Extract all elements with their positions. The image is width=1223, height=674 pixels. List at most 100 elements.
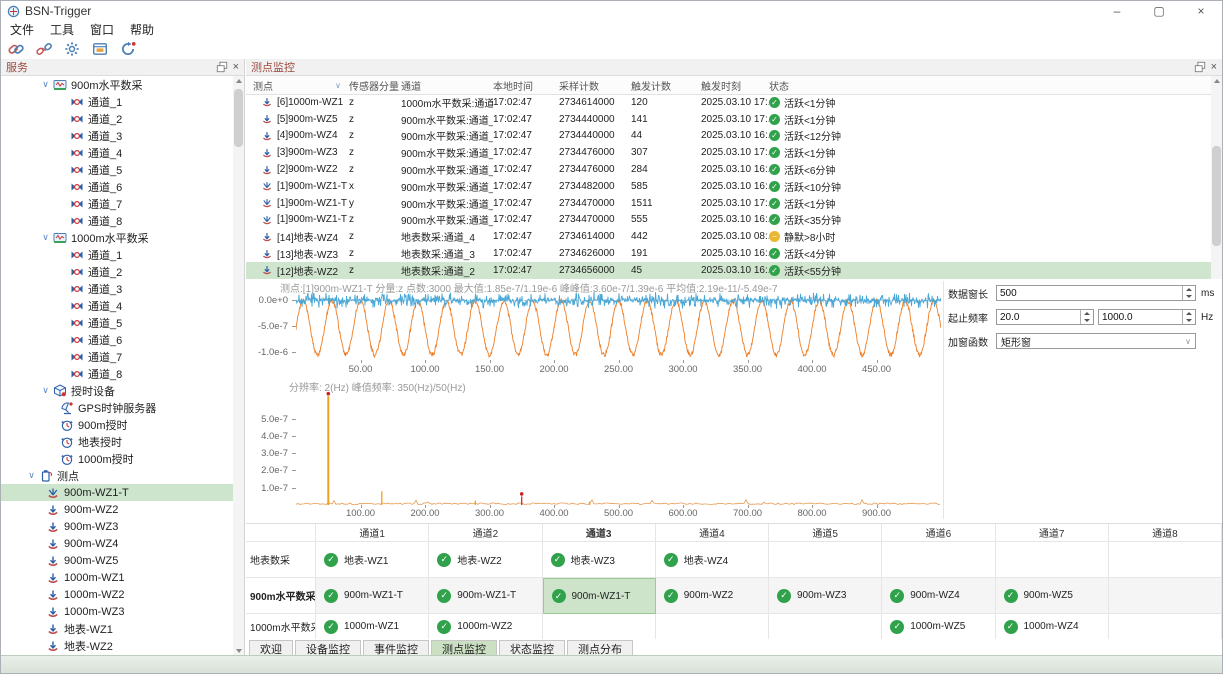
channel-cell[interactable]: ✓900m-WZ1-T — [543, 578, 656, 614]
scrollbar-thumb[interactable] — [1212, 146, 1221, 246]
tree-item[interactable]: 900m-WZ4 — [1, 535, 233, 552]
channel-cell[interactable]: ✓900m-WZ2 — [656, 578, 769, 614]
channel-cell[interactable] — [769, 542, 882, 578]
spinner-buttons[interactable] — [1080, 310, 1093, 324]
scrollbar-thumb[interactable] — [234, 89, 243, 147]
tree-item[interactable]: 通道_6 — [1, 178, 233, 195]
float-panel-icon[interactable] — [216, 61, 228, 73]
tree-item[interactable]: ∨测点 — [1, 467, 233, 484]
tree-item[interactable]: 地表-WZ2 — [1, 637, 233, 654]
channel-cell[interactable]: ✓1000m-WZ2 — [429, 614, 542, 640]
tree-item[interactable]: 通道_7 — [1, 348, 233, 365]
close-panel-icon[interactable]: × — [233, 62, 239, 73]
channel-cell[interactable]: ✓地表-WZ4 — [656, 542, 769, 578]
scroll-up-icon[interactable] — [1211, 76, 1222, 87]
channel-cell[interactable]: ✓900m-WZ5 — [996, 578, 1109, 614]
tree-item[interactable]: 通道_1 — [1, 93, 233, 110]
connect-button[interactable] — [7, 40, 25, 58]
channel-cell[interactable] — [996, 542, 1109, 578]
chevron-down-icon[interactable]: ∨ — [25, 470, 38, 481]
tree-item[interactable]: 通道_8 — [1, 212, 233, 229]
column-header[interactable]: 传感器分量 — [349, 76, 401, 94]
tree-item[interactable]: 900m授时 — [1, 416, 233, 433]
table-row[interactable]: [1]900m-WZ1-Tz900m水平数采:通道_317:02:4727344… — [246, 212, 1211, 229]
settings-button[interactable] — [63, 40, 81, 58]
menu-file[interactable]: 文件 — [10, 21, 34, 38]
freq-from-input[interactable] — [997, 310, 1080, 324]
tree-item[interactable]: 900m-WZ2 — [1, 501, 233, 518]
freq-to-input[interactable] — [1099, 310, 1182, 324]
table-row[interactable]: [2]900m-WZ2z900m水平数采:通道_417:02:472734476… — [246, 161, 1211, 178]
float-panel-icon[interactable] — [1194, 61, 1206, 73]
table-row[interactable]: [14]地表-WZ4z地表数采:通道_417:02:47273461400044… — [246, 228, 1211, 245]
column-header[interactable]: 本地时间 — [493, 76, 559, 94]
tree-item[interactable]: 1000m-WZ1 — [1, 569, 233, 586]
chevron-down-icon[interactable]: ∨ — [39, 385, 52, 396]
channel-cell[interactable] — [1109, 542, 1222, 578]
tree-item[interactable]: 通道_3 — [1, 127, 233, 144]
menu-tools[interactable]: 工具 — [50, 21, 74, 38]
disconnect-button[interactable] — [35, 40, 53, 58]
column-header[interactable]: 通道 — [401, 76, 493, 94]
chevron-down-icon[interactable]: ∨ — [39, 232, 52, 243]
channel-cell[interactable] — [656, 614, 769, 640]
channel-cell[interactable] — [769, 614, 882, 640]
tree-item[interactable]: 通道_4 — [1, 297, 233, 314]
column-header[interactable]: 测点∨ — [246, 76, 349, 94]
chevron-down-icon[interactable]: ∨ — [39, 79, 52, 90]
close-panel-icon[interactable]: × — [1211, 62, 1217, 73]
close-button[interactable]: × — [1180, 1, 1222, 21]
column-header[interactable]: 采样计数 — [559, 76, 631, 94]
tree-item[interactable]: ∨900m水平数采 — [1, 76, 233, 93]
channel-cell[interactable]: ✓1000m-WZ4 — [996, 614, 1109, 640]
channel-cell[interactable]: ✓地表-WZ2 — [429, 542, 542, 578]
tree-item[interactable]: 通道_2 — [1, 263, 233, 280]
tree-item[interactable]: 通道_1 — [1, 246, 233, 263]
channel-cell[interactable]: ✓地表-WZ3 — [543, 542, 656, 578]
column-header[interactable]: 触发时刻 — [701, 76, 769, 94]
tree-item[interactable]: 1000m-WZ3 — [1, 603, 233, 620]
channel-cell[interactable]: ✓900m-WZ1-T — [429, 578, 542, 614]
tree-item[interactable]: 通道_2 — [1, 110, 233, 127]
channel-cell[interactable]: ✓1000m-WZ1 — [316, 614, 429, 640]
table-row[interactable]: [1]900m-WZ1-Tx900m水平数采:通道_117:02:4727344… — [246, 178, 1211, 195]
tree-item[interactable]: 通道_3 — [1, 280, 233, 297]
tree-item[interactable]: ∨授时设备 — [1, 382, 233, 399]
refresh-button[interactable] — [119, 40, 137, 58]
tree-item[interactable]: ∨1000m水平数采 — [1, 229, 233, 246]
maximize-button[interactable]: ▢ — [1138, 1, 1180, 21]
spinner-buttons[interactable] — [1182, 310, 1195, 324]
tree-item[interactable]: 1000m-WZ2 — [1, 586, 233, 603]
table-scrollbar[interactable] — [1211, 76, 1222, 279]
tree-item[interactable]: 900m-WZ3 — [1, 518, 233, 535]
tree-item[interactable]: 地表-WZ1 — [1, 620, 233, 637]
channel-cell[interactable] — [543, 614, 656, 640]
tree-item[interactable]: 通道_7 — [1, 195, 233, 212]
tree-item[interactable]: 通道_5 — [1, 314, 233, 331]
table-row[interactable]: [6]1000m-WZ1z1000m水平数采:通道_117:02:4727346… — [246, 94, 1211, 111]
table-row[interactable]: [4]900m-WZ4z900m水平数采:通道_617:02:472734440… — [246, 128, 1211, 145]
table-row[interactable]: [3]900m-WZ3z900m水平数采:通道_517:02:472734476… — [246, 144, 1211, 161]
tree-item[interactable]: 通道_4 — [1, 144, 233, 161]
tree-item[interactable]: 通道_5 — [1, 161, 233, 178]
tree-item[interactable]: 900m-WZ5 — [1, 552, 233, 569]
spinner-buttons[interactable] — [1182, 286, 1195, 300]
minimize-button[interactable]: – — [1096, 1, 1138, 21]
tree-item[interactable]: 1000m授时 — [1, 450, 233, 467]
channel-cell[interactable]: ✓900m-WZ1-T — [316, 578, 429, 614]
tree-item[interactable]: 900m-WZ1-T — [1, 484, 233, 501]
table-row[interactable]: [5]900m-WZ5z900m水平数采:通道_717:02:472734440… — [246, 111, 1211, 128]
column-header[interactable]: 触发计数 — [631, 76, 701, 94]
scroll-up-icon[interactable] — [233, 76, 244, 87]
tree-item[interactable]: 通道_8 — [1, 365, 233, 382]
channel-cell[interactable]: ✓900m-WZ4 — [882, 578, 995, 614]
channel-cell[interactable]: ✓900m-WZ3 — [769, 578, 882, 614]
channel-cell[interactable]: ✓1000m-WZ5 — [882, 614, 995, 640]
table-row[interactable]: [1]900m-WZ1-Ty900m水平数采:通道_217:02:4727344… — [246, 195, 1211, 212]
channel-cell[interactable] — [1109, 614, 1222, 640]
tree-scrollbar[interactable] — [233, 76, 244, 656]
window-length-input[interactable] — [997, 286, 1182, 300]
channel-cell[interactable] — [882, 542, 995, 578]
menu-help[interactable]: 帮助 — [130, 21, 154, 38]
tree-item[interactable]: GPS时钟服务器 — [1, 399, 233, 416]
